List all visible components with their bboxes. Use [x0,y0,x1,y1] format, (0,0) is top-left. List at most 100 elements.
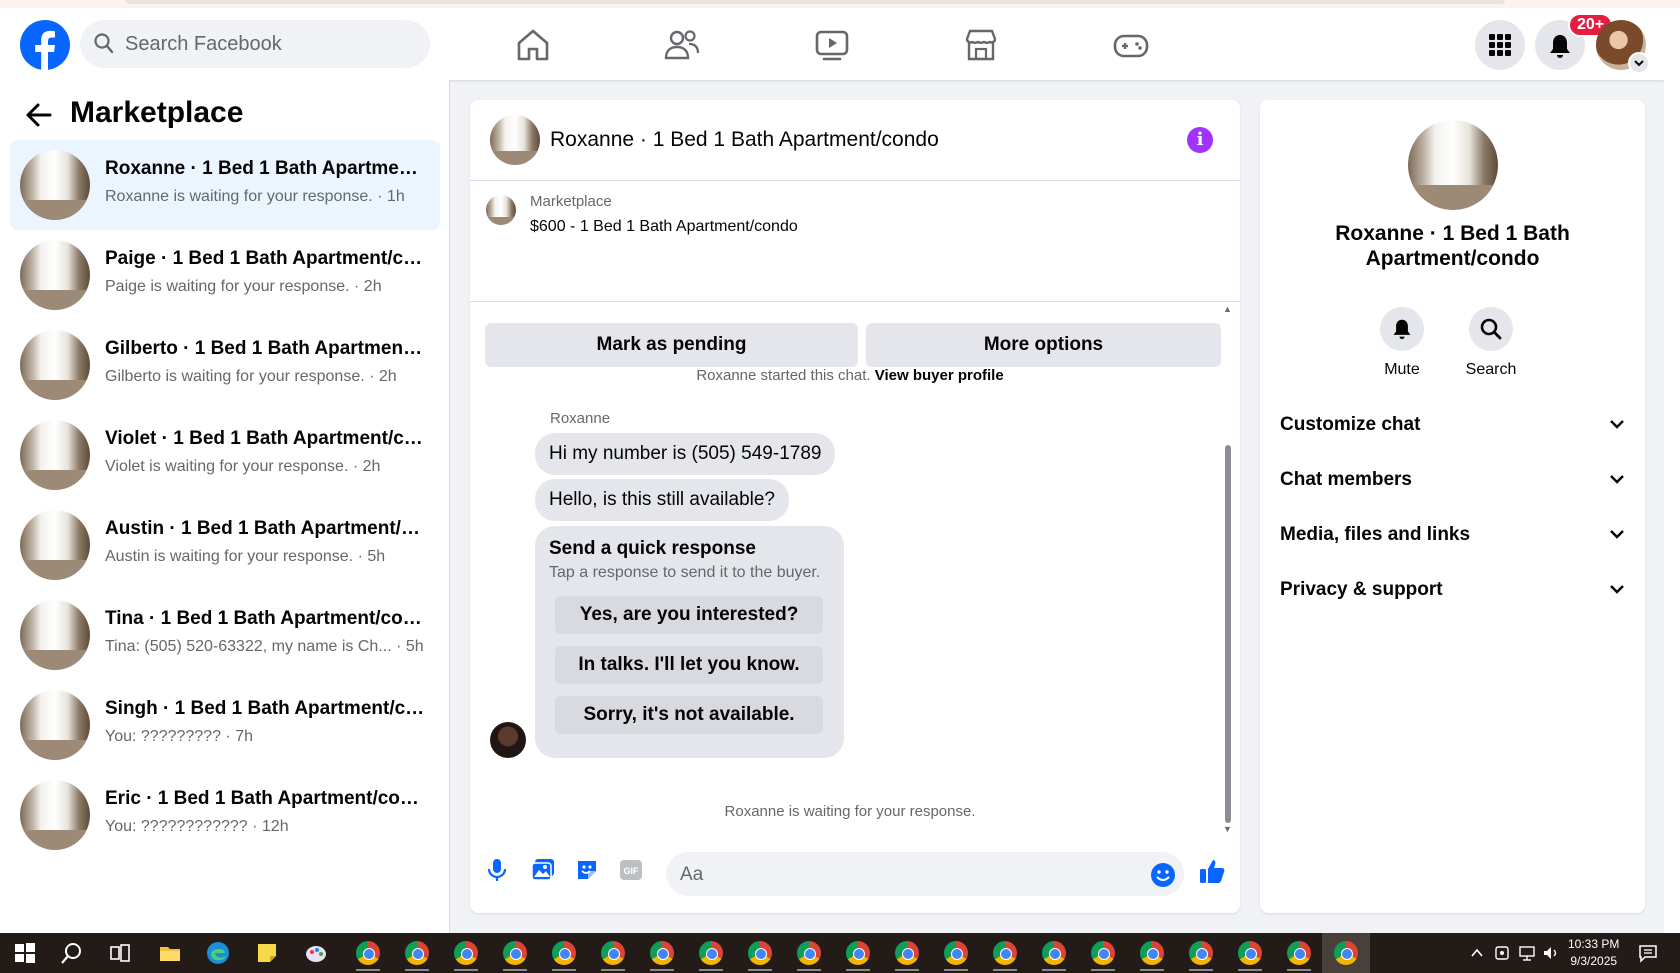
chrome-window-icon[interactable] [1091,941,1115,965]
task-view-icon[interactable] [108,941,132,965]
section-label: Chat members [1280,469,1412,490]
message-bubble[interactable]: Hello, is this still available? [535,479,789,521]
chevron-down-icon[interactable] [1628,52,1650,74]
notification-center-icon[interactable] [1638,943,1658,963]
sticky-notes-icon[interactable] [255,941,279,965]
buyer-avatar[interactable] [490,722,526,758]
conversation-item[interactable]: Eric · 1 Bed 1 Bath Apartment/condo You:… [10,770,440,860]
gaming-icon[interactable] [1111,26,1151,64]
chat-title[interactable]: Roxanne · 1 Bed 1 Bath Apartment/condo [550,128,939,152]
browser-top-strip [0,0,1680,8]
customize-chat-section[interactable]: Customize chat [1280,406,1625,446]
conversation-item[interactable]: Singh · 1 Bed 1 Bath Apartment/condo You… [10,680,440,770]
chrome-window-icon[interactable] [601,941,625,965]
system-clock[interactable]: 10:33 PM 9/3/2025 [1568,936,1619,970]
chrome-window-icon[interactable] [552,941,576,965]
chrome-window-icon[interactable] [748,941,772,965]
chrome-window-icon[interactable] [1042,941,1066,965]
conversation-preview: Paige is waiting for your response. · 2h [105,278,382,295]
chrome-window-icon[interactable] [1189,941,1213,965]
facebook-logo[interactable] [20,20,70,70]
conversation-name: Austin · 1 Bed 1 Bath Apartment/condo [105,518,425,539]
conversation-item[interactable]: Roxanne · 1 Bed 1 Bath Apartment/condo R… [10,140,440,230]
quick-response-option[interactable]: Sorry, it's not available. [555,696,823,734]
volume-icon[interactable] [1542,944,1560,962]
search-input[interactable]: Search Facebook [125,33,282,56]
back-arrow-icon[interactable] [24,102,54,128]
search-box[interactable]: Search Facebook [80,20,430,68]
chrome-window-icon[interactable] [846,941,870,965]
info-icon[interactable]: i [1187,127,1213,153]
quick-response-option[interactable]: Yes, are you interested? [555,596,823,634]
gif-icon[interactable]: GIF [618,857,644,883]
microphone-icon[interactable] [486,857,508,883]
mute-label: Mute [1384,361,1420,378]
meet-now-icon[interactable] [1494,944,1510,962]
message-bubble[interactable]: Hi my number is (505) 549-1789 [535,433,836,475]
conversation-item[interactable]: Paige · 1 Bed 1 Bath Apartment/condo Pai… [10,230,440,320]
privacy-support-section[interactable]: Privacy & support [1280,571,1625,611]
chat-members-section[interactable]: Chat members [1280,461,1625,501]
chrome-window-icon[interactable] [993,941,1017,965]
conversation-item[interactable]: Violet · 1 Bed 1 Bath Apartment/condo Vi… [10,410,440,500]
chrome-window-icon[interactable] [1287,941,1311,965]
search-action[interactable]: Search [1446,307,1536,379]
conversation-item[interactable]: Austin · 1 Bed 1 Bath Apartment/condo Au… [10,500,440,590]
friends-icon[interactable] [662,26,702,64]
conversation-preview: You: ????????? · 7h [105,728,253,745]
media-files-links-section[interactable]: Media, files and links [1280,516,1625,556]
chrome-window-icon[interactable] [405,941,429,965]
search-label: Search [1465,361,1517,378]
chrome-window-icon[interactable] [454,941,478,965]
marketplace-icon[interactable] [961,26,1001,64]
more-options-button[interactable]: More options [866,323,1221,367]
chevron-up-icon[interactable] [1470,946,1484,960]
menu-grid-button[interactable] [1475,20,1525,70]
chat-header-thumbnail[interactable] [490,115,540,165]
edge-icon[interactable] [206,941,230,965]
home-icon[interactable] [513,26,553,64]
search-icon[interactable] [60,941,84,965]
chrome-window-icon[interactable] [1140,941,1164,965]
conversation-item[interactable]: Tina · 1 Bed 1 Bath Apartment/condo Tina… [10,590,440,680]
search-icon [94,33,114,54]
chrome-window-icon[interactable] [356,941,380,965]
chrome-window-icon[interactable] [944,941,968,965]
file-explorer-icon[interactable] [158,941,182,965]
page-scrollbar[interactable] [1664,8,1680,933]
view-buyer-profile-link[interactable]: View buyer profile [875,367,1004,384]
paint-icon[interactable] [304,941,328,965]
windows-start-icon[interactable] [13,941,37,965]
scroll-up-arrow[interactable]: ▲ [1223,304,1232,314]
quick-response-heading: Send a quick response [549,538,756,559]
scroll-down-arrow[interactable]: ▼ [1223,824,1232,834]
message-input[interactable]: Aa [666,852,1184,896]
quick-response-option[interactable]: In talks. I'll let you know. [555,646,823,684]
mute-action[interactable]: Mute [1357,307,1447,379]
listing-price-title[interactable]: $600 - 1 Bed 1 Bath Apartment/condo [530,218,798,236]
listing-thumbnail[interactable] [486,195,516,225]
chrome-window-icon[interactable] [797,941,821,965]
emoji-icon[interactable] [1150,862,1176,888]
mark-pending-button[interactable]: Mark as pending [485,323,858,367]
search-icon [1480,318,1502,340]
network-icon[interactable] [1518,944,1536,962]
photo-icon[interactable] [530,857,556,883]
chrome-window-icon[interactable] [895,941,919,965]
chrome-window-icon[interactable] [503,941,527,965]
sticker-icon[interactable] [574,857,600,883]
conversation-preview: Tina: (505) 520-63322, my name is Ch... … [105,638,424,655]
conversation-preview: Roxanne is waiting for your response. · … [105,188,405,205]
watch-icon[interactable] [812,26,852,64]
chrome-window-icon[interactable] [699,941,723,965]
like-icon[interactable] [1198,857,1226,885]
chrome-window-icon[interactable] [1238,941,1262,965]
chat-header: Roxanne · 1 Bed 1 Bath Apartment/condo i [470,100,1240,181]
chat-scrollbar[interactable] [1225,445,1231,823]
listing-thumbnail-large[interactable] [1408,120,1498,210]
message-input-placeholder: Aa [680,864,704,885]
conversation-item[interactable]: Gilberto · 1 Bed 1 Bath Apartment/condo … [10,320,440,410]
chat-panel: Roxanne · 1 Bed 1 Bath Apartment/condo i… [470,100,1240,913]
chrome-window-icon[interactable] [650,941,674,965]
active-taskbar-item[interactable] [1322,933,1370,973]
